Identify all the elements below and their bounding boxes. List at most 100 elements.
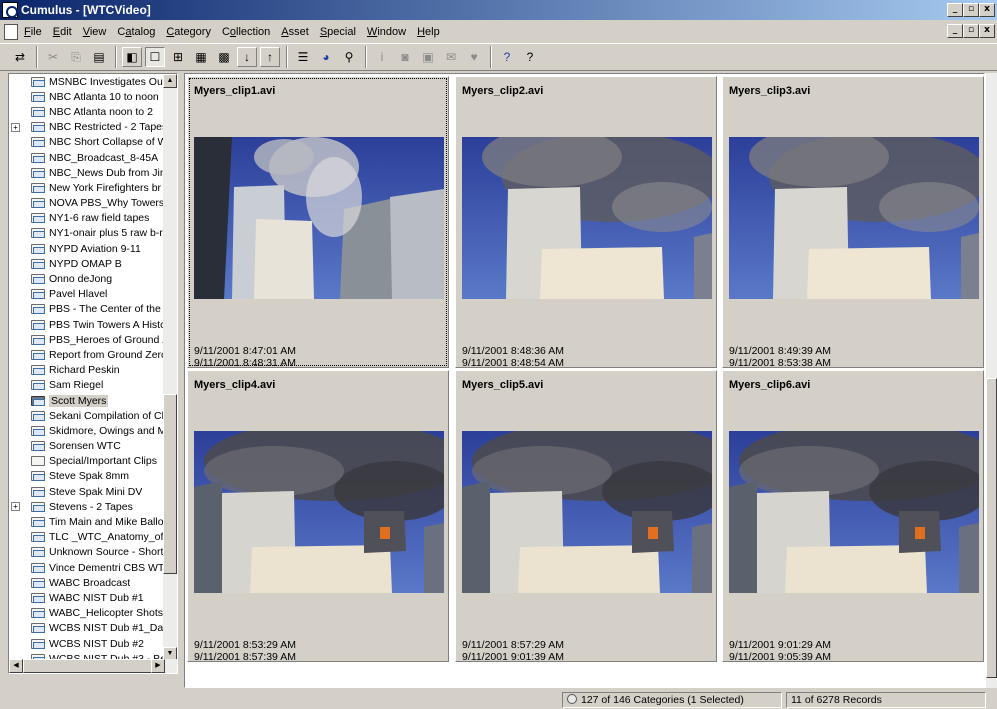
view-single-icon[interactable]: ☐ [145,47,165,67]
tree-item[interactable]: Steve Spak 8mm [9,469,169,484]
restore-button[interactable]: ▫ [963,3,979,17]
tree-item[interactable]: + Stevens - 2 Tapes [9,499,169,514]
tree-item[interactable]: Special/Important Clips [9,454,169,469]
tree-item[interactable]: NBC Atlanta noon to 2 [9,104,169,119]
tree-item[interactable]: Sam Riegel [9,378,169,393]
close-button[interactable]: x [979,3,995,17]
tree-item[interactable]: PBS_Heroes of Ground Z [9,332,169,347]
doc-close-button[interactable]: x [979,24,995,38]
tree-item[interactable]: WABC_Helicopter Shots [9,606,169,621]
menu-file[interactable]: File [24,26,42,38]
tree-item[interactable]: NBC_News Dub from Jim [9,165,169,180]
slideshow-icon[interactable]: ▣ [418,47,438,67]
find-icon[interactable]: ⚲ [339,47,359,67]
record-cell[interactable]: Myers_clip1.avi 9/11/2001 8:47:01 AM 9/11/… [187,76,449,369]
scroll-up-arrow-icon[interactable]: ▲ [163,74,177,88]
tree-item[interactable]: Scott Myers [9,393,169,408]
tree-item[interactable]: Onno deJong [9,271,169,286]
sync-icon[interactable]: ⇄ [10,47,30,67]
cut-icon[interactable]: ✂ [43,47,63,67]
scroll-left-arrow-icon[interactable]: ◀ [9,659,23,673]
cumulus-app-icon[interactable] [2,2,18,18]
video-thumbnail[interactable] [462,137,712,299]
record-cell[interactable]: Myers_clip2.avi 9/11/2001 8:48:36 AM 9/11/… [455,76,717,369]
menu-help[interactable]: Help [417,26,440,38]
expand-plus-icon[interactable]: + [11,502,20,512]
tree-item[interactable]: WCBS NIST Dub #1_Dar [9,621,169,636]
tree-item[interactable]: NOVA PBS_Why Towers [9,196,169,211]
category-tree[interactable]: MSNBC Investigates Out NBC Atlanta 10 to … [8,73,178,674]
catalog-icon[interactable]: ◕ [316,47,336,67]
tree-item[interactable]: NBC Atlanta 10 to noon [9,89,169,104]
tree-item[interactable]: Sekani Compilation of Cli [9,408,169,423]
tree-item[interactable]: MSNBC Investigates Out [9,74,169,89]
doc-minimize-button[interactable]: _ [947,24,963,38]
tree-hscroll-thumb[interactable] [23,659,153,673]
record-cell[interactable]: Myers_clip6.avi 9/11/2001 9:01:29 AM 9/11/… [722,370,984,663]
sort-descending-icon[interactable]: ↑ [260,47,280,67]
tree-horizontal-scrollbar[interactable]: ◀ ▶ [9,659,177,673]
tree-vertical-scrollbar[interactable]: ▲ ▼ [163,74,177,661]
video-thumbnail[interactable] [462,431,712,593]
tree-item[interactable]: NYPD Aviation 9-11 [9,241,169,256]
tree-item[interactable]: WABC Broadcast [9,575,169,590]
preview-icon[interactable]: ◙ [395,47,415,67]
menu-category[interactable]: Category [166,26,211,38]
tree-item[interactable]: Skidmore, Owings and M [9,423,169,438]
video-thumbnail[interactable] [194,431,444,593]
tree-item[interactable]: PBS Twin Towers A Histc [9,317,169,332]
menu-window[interactable]: Window [367,26,406,38]
tree-item[interactable]: TLC _WTC_Anatomy_of_ [9,530,169,545]
scroll-right-arrow-icon[interactable]: ▶ [151,659,165,673]
record-list-icon[interactable]: ☰ [293,47,313,67]
title-bar[interactable]: Cumulus - [WTCVideo] _ ▫ x [0,0,997,20]
paste-icon[interactable]: ▤ [89,47,109,67]
tree-item[interactable]: Tim Main and Mike Ballou [9,514,169,529]
view-details-icon[interactable]: ◧ [122,47,142,67]
tree-item[interactable]: NBC Short Collapse of W [9,135,169,150]
favorite-icon[interactable]: ♥ [464,47,484,67]
tree-item[interactable]: Vince Dementri CBS WTC [9,560,169,575]
tree-item[interactable]: Sorensen WTC [9,439,169,454]
copy-icon[interactable]: ⎘ [66,47,86,67]
doc-restore-button[interactable]: ▫ [963,24,979,38]
menu-edit[interactable]: Edit [53,26,72,38]
view-grid-icon[interactable]: ⊞ [168,47,188,67]
tree-item[interactable]: NYPD OMAP B [9,256,169,271]
tree-item[interactable]: WABC NIST Dub #1 [9,590,169,605]
menu-view[interactable]: View [83,26,107,38]
tree-item[interactable]: New York Firefighters br [9,180,169,195]
minimize-button[interactable]: _ [947,3,963,17]
video-thumbnail[interactable] [729,431,979,593]
expand-plus-icon[interactable]: + [11,122,20,132]
info-icon[interactable]: i [372,47,392,67]
tree-item[interactable]: Unknown Source - Short [9,545,169,560]
view-small-grid-icon[interactable]: ▦ [191,47,211,67]
tree-item[interactable]: NY1-onair plus 5 raw b-r [9,226,169,241]
records-vertical-scrollbar[interactable] [985,73,997,688]
menu-special[interactable]: Special [320,26,356,38]
tree-item[interactable]: Steve Spak Mini DV [9,484,169,499]
menu-catalog[interactable]: Catalog [117,26,155,38]
menu-collection[interactable]: Collection [222,26,270,38]
sort-ascending-icon[interactable]: ↓ [237,47,257,67]
record-cell[interactable]: Myers_clip3.avi 9/11/2001 8:49:39 AM 9/11/… [722,76,984,369]
tree-scroll-thumb[interactable] [163,394,177,574]
record-cell[interactable]: Myers_clip4.avi 9/11/2001 8:53:29 AM 9/11/… [187,370,449,663]
tree-item[interactable]: WCBS NIST Dub #2 [9,636,169,651]
tree-item[interactable]: Report from Ground Zero [9,347,169,362]
view-table-icon[interactable]: ▩ [214,47,234,67]
mail-icon[interactable]: ✉ [441,47,461,67]
tree-item[interactable]: NBC_Broadcast_8-45A [9,150,169,165]
context-help-icon[interactable]: ? [497,47,517,67]
tree-item[interactable]: + NBC Restricted - 2 Tapes [9,120,169,135]
tree-item[interactable]: NY1-6 raw field tapes [9,211,169,226]
video-thumbnail[interactable] [729,137,979,299]
tree-item[interactable]: PBS - The Center of the [9,302,169,317]
tree-item[interactable]: Pavel Hlavel [9,287,169,302]
record-cell[interactable]: Myers_clip5.avi 9/11/2001 8:57:29 AM 9/11/… [455,370,717,663]
tree-item[interactable]: Richard Peskin [9,363,169,378]
menu-asset[interactable]: Asset [281,26,309,38]
document-icon[interactable] [4,23,18,40]
records-scroll-thumb[interactable] [986,378,997,678]
